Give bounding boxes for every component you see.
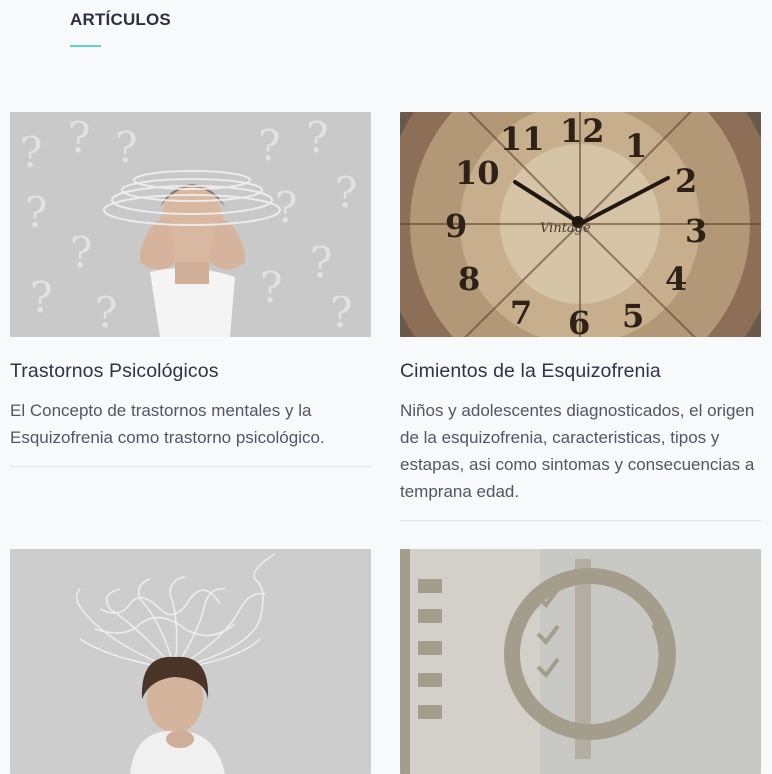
article-card-4[interactable] (400, 549, 761, 774)
svg-text:9: 9 (445, 207, 467, 245)
svg-text:?: ? (330, 288, 353, 337)
svg-text:?: ? (115, 123, 138, 172)
svg-text:8: 8 (458, 260, 480, 298)
svg-text:2: 2 (675, 162, 697, 200)
svg-text:?: ? (70, 228, 93, 277)
svg-text:?: ? (20, 128, 43, 177)
svg-text:Vintage: Vintage (540, 221, 591, 236)
article-description: El Concepto de trastornos mentales y la … (10, 397, 371, 467)
svg-text:?: ? (95, 288, 118, 337)
article-description: Niños y adolescentes diagnosticados, el … (400, 397, 761, 521)
svg-text:?: ? (335, 168, 358, 217)
svg-text:?: ? (260, 263, 283, 312)
article-title[interactable]: Trastornos Psicológicos (10, 359, 371, 383)
svg-text:11: 11 (500, 120, 545, 158)
section-title-underline (70, 45, 101, 47)
article-card-cimientos[interactable]: 12 1 2 3 4 5 6 7 8 9 10 11 Vintage Cimie… (400, 112, 761, 521)
svg-text:?: ? (25, 188, 48, 237)
svg-text:?: ? (258, 121, 281, 170)
svg-text:5: 5 (622, 297, 644, 335)
svg-text:6: 6 (568, 304, 590, 337)
article-image-man-headache[interactable]: ??? ??? ??? ??? ?? (10, 112, 371, 337)
svg-text:12: 12 (560, 112, 605, 150)
article-title[interactable]: Cimientos de la Esquizofrenia (400, 359, 761, 383)
article-image-woman-thinking[interactable] (10, 549, 371, 774)
article-image-clock[interactable]: 12 1 2 3 4 5 6 7 8 9 10 11 Vintage (400, 112, 761, 337)
svg-text:4: 4 (665, 260, 687, 298)
svg-text:?: ? (68, 113, 91, 162)
svg-text:?: ? (306, 113, 329, 162)
svg-text:?: ? (310, 238, 333, 287)
article-card-trastornos[interactable]: ??? ??? ??? ??? ?? Trastornos Psicológic… (10, 112, 371, 467)
svg-text:?: ? (30, 273, 53, 322)
article-image-checklist[interactable] (400, 549, 761, 774)
svg-text:3: 3 (685, 212, 707, 250)
svg-text:10: 10 (455, 154, 500, 192)
section-title: ARTÍCULOS (70, 10, 171, 29)
article-card-3[interactable] (10, 549, 371, 774)
svg-text:1: 1 (625, 127, 647, 165)
section-header: ARTÍCULOS (70, 10, 171, 47)
svg-text:7: 7 (510, 294, 532, 332)
